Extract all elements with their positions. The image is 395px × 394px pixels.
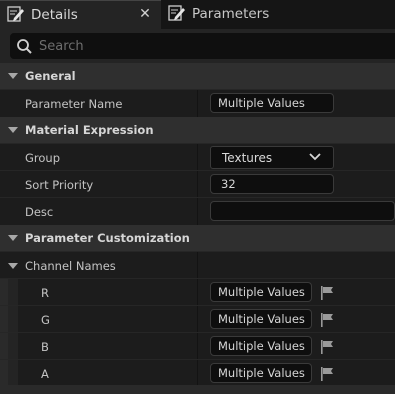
- localization-flag-icon[interactable]: [319, 285, 335, 301]
- indent-rail: [0, 279, 8, 306]
- row-desc: Desc: [0, 197, 395, 225]
- section-general[interactable]: General: [0, 63, 395, 89]
- details-panel: Details ✕ Parameters General Parame: [0, 0, 395, 394]
- channel-b-label: B: [41, 340, 49, 354]
- column-divider[interactable]: [197, 252, 198, 279]
- channel-names-label: Channel Names: [25, 259, 116, 273]
- section-parameter-customization[interactable]: Parameter Customization: [0, 225, 395, 251]
- section-material-expression-title: Material Expression: [25, 123, 154, 137]
- column-divider[interactable]: [197, 279, 198, 306]
- indent-rail: [0, 306, 8, 333]
- column-divider[interactable]: [197, 360, 198, 387]
- tab-bar: Details ✕ Parameters: [0, 0, 395, 29]
- indent-rail: [8, 306, 18, 333]
- indent-rail: [0, 333, 8, 360]
- details-pencil-icon: [7, 6, 24, 22]
- search-row: [0, 29, 395, 62]
- parameter-name-label: Parameter Name: [25, 97, 123, 111]
- row-parameter-name: Parameter Name Multiple Values: [0, 89, 395, 117]
- row-channel-b: B Multiple Values: [0, 332, 395, 360]
- group-value: Textures: [222, 151, 273, 165]
- sort-priority-label: Sort Priority: [25, 178, 94, 192]
- localization-flag-icon[interactable]: [319, 339, 335, 355]
- channel-g-label: G: [41, 313, 50, 327]
- row-channel-names[interactable]: Channel Names: [0, 251, 395, 279]
- tab-parameters-label: Parameters: [192, 6, 270, 22]
- parameter-name-field[interactable]: Multiple Values: [210, 93, 334, 113]
- parameters-pencil-icon: [168, 5, 185, 21]
- section-parameter-customization-title: Parameter Customization: [25, 231, 190, 245]
- tab-parameters[interactable]: Parameters: [161, 0, 395, 28]
- row-channel-g: G Multiple Values: [0, 305, 395, 333]
- indent-rail: [8, 360, 18, 387]
- row-group: Group Textures: [0, 143, 395, 171]
- channel-g-field[interactable]: Multiple Values: [210, 309, 312, 329]
- search-icon: [17, 39, 32, 54]
- indent-rail: [8, 333, 18, 360]
- sort-priority-field[interactable]: 32: [210, 174, 334, 194]
- search-box[interactable]: [10, 33, 395, 59]
- section-material-expression[interactable]: Material Expression: [0, 117, 395, 143]
- channel-r-label: R: [41, 286, 49, 300]
- group-label: Group: [25, 151, 61, 165]
- row-sort-priority: Sort Priority 32: [0, 170, 395, 198]
- column-divider[interactable]: [197, 198, 198, 225]
- desc-label: Desc: [25, 205, 54, 219]
- localization-flag-icon[interactable]: [319, 312, 335, 328]
- group-combo[interactable]: Textures: [210, 146, 334, 169]
- column-divider[interactable]: [197, 90, 198, 117]
- collapse-caret-icon[interactable]: [8, 73, 18, 79]
- search-input[interactable]: [39, 37, 339, 55]
- row-channel-a: A Multiple Values: [0, 359, 395, 387]
- tab-details-label: Details: [31, 7, 78, 23]
- row-channel-r: R Multiple Values: [0, 278, 395, 306]
- column-divider[interactable]: [197, 333, 198, 360]
- localization-flag-icon[interactable]: [319, 366, 335, 382]
- section-general-title: General: [25, 69, 76, 83]
- collapse-caret-icon[interactable]: [8, 127, 18, 133]
- channel-b-field[interactable]: Multiple Values: [210, 336, 312, 356]
- indent-rail: [8, 279, 18, 306]
- tab-details[interactable]: Details ✕: [0, 0, 161, 29]
- column-divider[interactable]: [197, 306, 198, 333]
- column-divider[interactable]: [197, 171, 198, 198]
- channel-a-field[interactable]: Multiple Values: [210, 363, 312, 383]
- close-icon[interactable]: ✕: [138, 6, 152, 22]
- chevron-down-icon: [309, 153, 321, 161]
- panel-footer: [0, 385, 395, 394]
- column-divider[interactable]: [197, 144, 198, 171]
- channel-a-label: A: [41, 367, 49, 381]
- collapse-caret-icon[interactable]: [8, 235, 18, 241]
- channel-r-field[interactable]: Multiple Values: [210, 282, 312, 302]
- desc-field[interactable]: [210, 201, 395, 221]
- expand-caret-icon[interactable]: [8, 263, 18, 269]
- indent-rail: [0, 360, 8, 387]
